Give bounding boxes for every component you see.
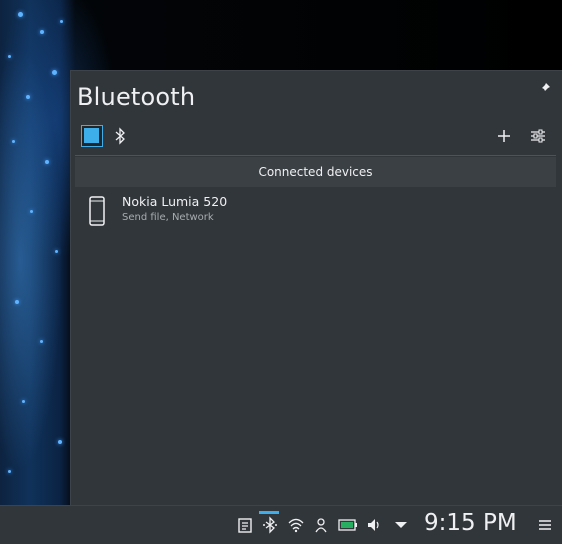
popup-title: Bluetooth	[77, 83, 196, 111]
device-name: Nokia Lumia 520	[122, 194, 228, 209]
active-indicator	[259, 511, 279, 514]
phone-icon	[89, 196, 105, 226]
battery-icon[interactable]	[338, 516, 358, 534]
clock[interactable]: 9:15 PM	[424, 510, 517, 536]
taskbar: 9:15 PM	[0, 505, 562, 544]
toolbar-divider	[75, 155, 556, 156]
device-services: Send file, Network	[122, 212, 214, 223]
clipboard-icon[interactable]	[236, 516, 254, 534]
user-icon[interactable]	[313, 516, 331, 534]
device-item[interactable]: Nokia Lumia 520 Send file, Network	[75, 189, 556, 229]
wifi-icon[interactable]	[287, 516, 305, 534]
menu-icon[interactable]	[538, 518, 552, 532]
bluetooth-popup: Bluetooth Connected devices Nokia Lumia …	[70, 70, 562, 505]
chevron-down-icon[interactable]	[392, 516, 410, 534]
volume-icon[interactable]	[366, 516, 384, 534]
section-header: Connected devices	[75, 157, 556, 187]
bluetooth-toggle-checkbox[interactable]	[81, 125, 103, 147]
add-device-button[interactable]	[494, 126, 514, 146]
bluetooth-icon[interactable]	[261, 516, 279, 534]
bluetooth-icon	[115, 127, 125, 145]
configure-button[interactable]	[528, 126, 548, 146]
pin-icon[interactable]	[538, 81, 552, 95]
